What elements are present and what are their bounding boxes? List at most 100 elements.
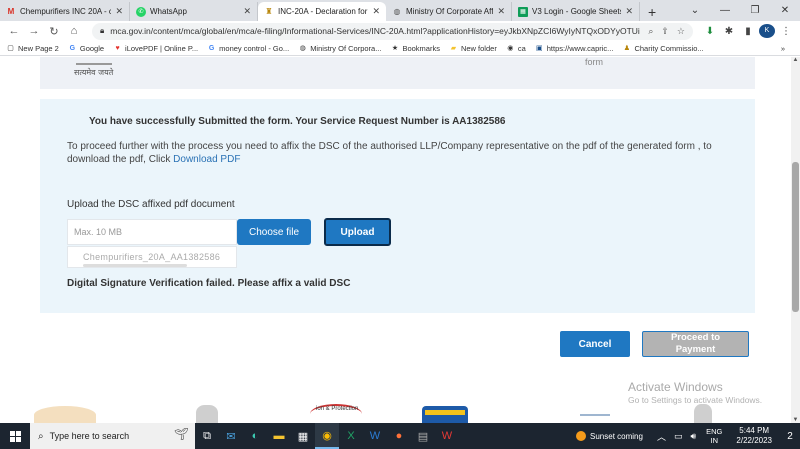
bookmark-ilovepdf[interactable]: ♥ iLovePDF | Online P... [113, 44, 198, 53]
logo-line-icon [580, 414, 610, 416]
close-icon[interactable]: ✕ [372, 6, 380, 17]
cancel-button[interactable]: Cancel [560, 331, 630, 357]
choose-file-button[interactable]: Choose file [237, 219, 311, 245]
system-tray: Sunset coming ︿ ▭ 🔊︎ ENG IN 5:44 PM 2/22… [576, 423, 800, 449]
address-bar[interactable]: 🔒︎ mca.gov.in/content/mca/global/en/mca/… [92, 22, 693, 40]
task-view-icon[interactable]: ⧉ [195, 423, 219, 449]
footer-logo-text: ion & Protection [316, 406, 359, 412]
language-indicator[interactable]: ENG IN [706, 427, 722, 445]
calculator-icon[interactable]: ▤ [411, 423, 435, 449]
home-icon[interactable]: ⌂ [66, 25, 82, 37]
bookmark-moneycontrol[interactable]: Gmoney control - Go... [207, 44, 289, 53]
new-tab-button[interactable]: + [640, 2, 664, 21]
emblem-icon [196, 405, 218, 423]
upload-label: Upload the DSC affixed pdf document [67, 199, 235, 210]
tab-whatsapp[interactable]: ✆ WhatsApp ✕ [130, 2, 258, 21]
google-icon: G [69, 44, 76, 52]
wps-icon[interactable]: W [435, 423, 459, 449]
firefox-icon[interactable]: ● [387, 423, 411, 449]
bookmark-new-page-2[interactable]: ▢ New Page 2 [6, 44, 59, 53]
address-bar-row: ← → ↻ ⌂ 🔒︎ mca.gov.in/content/mca/global… [0, 21, 800, 41]
instruction-text: To proceed further with the process you … [67, 141, 712, 165]
tab-title: WhatsApp [150, 7, 187, 16]
footer-logos: ion & Protection [0, 402, 800, 423]
chevron-down-icon[interactable]: ⌄ [680, 5, 710, 16]
forward-icon[interactable]: → [26, 25, 42, 37]
upload-button[interactable]: Upload [324, 218, 391, 246]
more-bookmarks-icon[interactable]: » [781, 44, 785, 53]
download-pdf-link[interactable]: Download PDF [173, 154, 240, 165]
excel-icon[interactable]: X [339, 423, 363, 449]
notification-badge: 2 [787, 430, 793, 442]
back-icon[interactable]: ← [6, 25, 22, 37]
chevron-up-icon[interactable]: ︿ [657, 430, 666, 443]
network-icon[interactable]: ▭ [674, 431, 683, 442]
notification-icon[interactable]: 2 [780, 431, 800, 442]
download-icon[interactable]: ⬇ [702, 26, 718, 37]
bookmark-mca[interactable]: ◍ Ministry Of Corpora... [298, 44, 382, 53]
lock-icon[interactable]: 🔒︎ [100, 26, 104, 36]
star-icon[interactable]: ☆ [677, 26, 685, 37]
bookmark-charity[interactable]: ♟ Charity Commissio... [622, 44, 704, 53]
menu-icon[interactable]: ⋮ [778, 26, 794, 37]
close-icon[interactable]: ✕ [243, 6, 251, 17]
weather-widget[interactable]: Sunset coming [576, 431, 643, 441]
tab-gmail[interactable]: M Chempurifiers INC 20A - csjsi ✕ [0, 2, 130, 21]
filename-scrollbar[interactable] [83, 264, 187, 267]
emblem-icon [76, 57, 112, 65]
folder-icon: ▰ [450, 45, 457, 52]
zoom-icon[interactable]: ⌕ [648, 26, 653, 37]
logo-stripe-icon [425, 410, 465, 415]
bookmark-ca[interactable]: ◉ ca [506, 44, 525, 53]
sheets-icon: ▦ [518, 6, 528, 17]
close-icon[interactable]: ✕ [497, 6, 505, 17]
window-controls: ⌄ — ❐ ✕ [680, 0, 800, 21]
close-icon[interactable]: ✕ [625, 6, 633, 17]
taskbar-search[interactable]: ⌕ Type here to search 🌱︎ [30, 423, 195, 449]
extensions-icon[interactable]: ✱ [721, 26, 737, 37]
close-window-icon[interactable]: ✕ [770, 5, 800, 16]
profile-avatar[interactable]: K [759, 24, 775, 38]
header-strip: सत्यमेव जयते form [40, 57, 755, 89]
minimize-icon[interactable]: — [710, 5, 740, 16]
search-placeholder: Type here to search [49, 431, 130, 441]
link-icon: ▣ [535, 45, 543, 52]
share-icon[interactable]: ⇪ [661, 26, 669, 37]
uploaded-filename: Chempurifiers_20A_AA1382586 [83, 252, 221, 262]
emblem-icon [694, 404, 712, 423]
clock[interactable]: 5:44 PM 2/22/2023 [736, 426, 772, 446]
taskbar: ⌕ Type here to search 🌱︎ ⧉ ✉ ◐ ▬ ▦ ◉ X W… [0, 423, 800, 449]
whatsapp-icon: ✆ [136, 6, 146, 17]
tab-inc20a[interactable]: ♜ INC-20A - Declaration for co ✕ [258, 2, 386, 21]
activate-windows-title: Activate Windows [628, 380, 723, 394]
word-icon[interactable]: W [363, 423, 387, 449]
file-input[interactable]: Max. 10 MB [67, 219, 237, 245]
start-button[interactable] [0, 423, 30, 449]
tab-sheets[interactable]: ▦ V3 Login - Google Sheets ✕ [512, 2, 640, 21]
bookmark-google[interactable]: G Google [68, 44, 104, 53]
sun-icon [576, 431, 587, 441]
tab-mca[interactable]: ◍ Ministry Of Corporate Affairs ✕ [386, 2, 512, 21]
chrome-icon[interactable]: ◉ [315, 423, 339, 449]
file-explorer-icon[interactable]: ▬ [267, 423, 291, 449]
store-icon[interactable]: ▦ [291, 423, 315, 449]
edge-icon[interactable]: ◐ [243, 423, 267, 449]
proceed-to-payment-button[interactable]: Proceed to Payment [642, 331, 749, 357]
globe-icon: ◍ [393, 7, 401, 16]
close-icon[interactable]: ✕ [115, 6, 123, 17]
tab-title: Ministry Of Corporate Affairs [406, 7, 494, 16]
page-icon: ▢ [7, 45, 14, 52]
reload-icon[interactable]: ↻ [46, 25, 62, 38]
scroll-thumb[interactable] [792, 162, 799, 312]
success-message: You have successfully Submitted the form… [89, 116, 506, 127]
bookmark-bookmarks[interactable]: ★ Bookmarks [390, 44, 440, 53]
bookmark-new-folder[interactable]: ▰ New folder [449, 44, 497, 53]
scroll-up-icon[interactable]: ▲ [791, 57, 800, 63]
volume-icon[interactable]: 🔊︎ [690, 431, 696, 442]
sidepanel-icon[interactable]: ▮ [740, 26, 756, 37]
restore-icon[interactable]: ❐ [740, 5, 770, 16]
bookmark-capric[interactable]: ▣ https://www.capric... [535, 44, 614, 53]
mail-icon[interactable]: ✉ [219, 423, 243, 449]
page-scrollbar[interactable]: ▲ ▼ [791, 57, 800, 423]
error-message: Digital Signature Verification failed. P… [67, 278, 351, 289]
